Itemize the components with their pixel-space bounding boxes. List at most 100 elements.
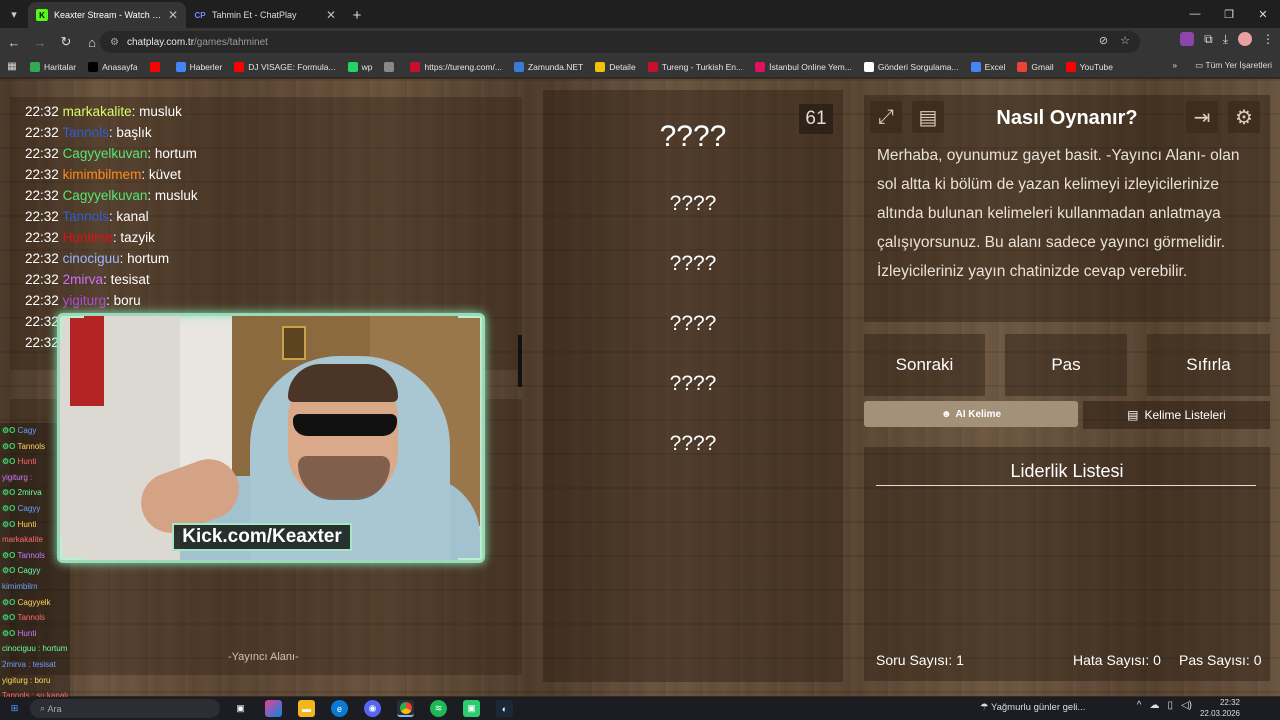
eye-off-icon[interactable]: ⊘ — [1099, 34, 1108, 47]
network-icon[interactable]: ☁ — [1149, 700, 1159, 711]
error-count: Hata Sayısı: 0 — [1073, 652, 1161, 668]
all-bookmarks-folder[interactable]: ▭ Tüm Yer İşaretleri — [1195, 60, 1272, 71]
bookmark-item[interactable]: İstanbul Online Yem... — [749, 61, 858, 72]
bookmark-item[interactable] — [378, 61, 404, 72]
chat-username[interactable]: Huntime — [63, 230, 113, 245]
chat-username[interactable]: Tannols — [62, 209, 109, 224]
tray-chevron-icon[interactable]: ^ — [1137, 700, 1142, 711]
taskbar-clock[interactable]: 22:32 22.03.2026 — [1200, 697, 1240, 719]
reset-button[interactable]: Sıfırla — [1147, 334, 1270, 396]
bookmarks-bar: ▦ Haritalar Anasayfa Haberler DJ VISAGE: Fo… — [0, 56, 1280, 78]
bookmark-item[interactable]: DJ VISAGE: Formula... — [228, 61, 341, 72]
stream-chat-line: ⚙O Cagyyelk — [0, 595, 70, 611]
mod-badge-icon: ⚙O — [2, 628, 16, 638]
tab-keaxter-stream[interactable]: K Keaxter Stream - Watch Live on ✕ — [28, 2, 186, 28]
volume-icon[interactable]: ◁) — [1181, 700, 1192, 711]
bookmark-item[interactable]: Detaile — [589, 61, 641, 72]
weather-widget[interactable]: ☂ Yağmurlu günler geli... — [980, 702, 1085, 713]
more-bookmarks-icon[interactable]: » — [1172, 60, 1177, 71]
chat-username[interactable]: 2mirva — [63, 272, 104, 287]
chat-time: 22:32 — [25, 104, 59, 119]
word-lists-button[interactable]: ▤ Kelime Listeleri — [1083, 401, 1270, 429]
chat-username[interactable]: cinociguu — [63, 251, 120, 266]
bookmark-item[interactable]: Gmail — [1011, 61, 1059, 72]
chat-username[interactable]: Cagyyelkuvan — [63, 188, 148, 203]
windows-start-icon[interactable]: ⊞ — [6, 700, 23, 717]
settings-gear-icon[interactable]: ⚙ — [1228, 101, 1260, 133]
chat-username[interactable]: kimimbilmem — [63, 167, 142, 182]
bookmark-item[interactable]: wp — [342, 61, 379, 72]
mod-badge-icon: ⚙O — [2, 613, 16, 623]
robot-icon: ☻ — [940, 408, 952, 420]
task-view-icon[interactable]: ▣ — [232, 700, 249, 717]
pass-button[interactable]: Pas — [1005, 334, 1127, 396]
next-button[interactable]: Sonraki — [864, 334, 985, 396]
address-bar[interactable]: ⚙ chatplay.com.tr/games/tahminet ⊘ ☆ — [100, 31, 1140, 53]
copilot-icon[interactable] — [265, 700, 282, 717]
close-tab-icon[interactable]: ✕ — [326, 8, 336, 22]
taskbar-search[interactable]: ⌕ Ara — [30, 699, 220, 718]
zamunda-icon — [513, 61, 524, 72]
forward-icon[interactable]: → — [28, 30, 52, 54]
chat-username[interactable]: markakalite — [63, 104, 132, 119]
stream-chat-text: yigiturg : — [2, 472, 33, 482]
chat-time: 22:32 — [25, 146, 59, 161]
reload-icon[interactable]: ↻ — [54, 30, 78, 54]
stream-chat-line: yigiturg : boru — [0, 673, 70, 689]
mod-badge-icon: ⚙O — [2, 488, 16, 498]
stream-chat-line: ⚙O Tannols — [0, 610, 70, 626]
download-icon[interactable]: ⤓ — [1223, 32, 1228, 47]
profile-avatar-icon[interactable] — [1238, 32, 1252, 46]
tab-tahmin-et[interactable]: CP Tahmin Et - ChatPlay ✕ — [186, 2, 344, 28]
stream-chat-text: markakalite — [2, 535, 43, 545]
mod-badge-icon: ⚙O — [2, 503, 16, 513]
bookmark-label: Zamunda.NET — [527, 61, 584, 72]
extension-icon[interactable] — [1180, 32, 1195, 46]
bookmark-label: İstanbul Online Yem... — [769, 61, 852, 72]
minimize-icon[interactable]: — — [1178, 0, 1212, 28]
bookmark-item[interactable]: Tureng - Turkish En... — [642, 61, 749, 72]
bookmark-item[interactable]: YouTube — [1060, 61, 1119, 72]
site-info-icon[interactable]: ⚙ — [110, 37, 119, 48]
battery-icon[interactable]: ▯ — [1167, 700, 1173, 711]
close-tab-icon[interactable]: ✕ — [168, 8, 178, 22]
taboo-word: ???? — [669, 372, 717, 395]
bookmark-item[interactable]: Gönderi Sorgulama... — [858, 61, 965, 72]
url-host: chatplay.com.tr — [126, 36, 195, 48]
restore-icon[interactable]: ❐ — [1212, 0, 1246, 28]
stream-chat-line: cinociguu : hortum — [0, 641, 70, 657]
kick-app-icon[interactable]: ▣ — [463, 700, 480, 717]
steam-icon[interactable]: ◐ — [496, 700, 513, 717]
bookmark-item[interactable] — [144, 61, 170, 72]
back-icon[interactable]: ← — [2, 30, 26, 54]
chat-username[interactable]: Cagyyelkuvan — [63, 146, 148, 161]
bookmark-label: YouTube — [1079, 61, 1114, 72]
spotify-icon[interactable]: ≋ — [430, 700, 447, 717]
new-tab-button[interactable]: + — [344, 2, 370, 28]
bookmark-item[interactable]: Excel — [965, 61, 1012, 72]
leaderboard-title: Liderlik Listesi — [1010, 461, 1124, 481]
apps-grid-icon[interactable]: ▦ — [0, 61, 24, 72]
bookmark-label: Haberler — [189, 61, 223, 72]
ai-word-button[interactable]: ☻ AI Kelime — [864, 401, 1078, 427]
menu-kebab-icon[interactable]: ⋮ — [1262, 32, 1274, 47]
edge-icon[interactable]: e — [331, 700, 348, 717]
chrome-icon[interactable] — [397, 700, 414, 717]
file-explorer-icon[interactable]: ▬ — [298, 700, 315, 717]
bookmark-item[interactable]: Zamunda.NET — [508, 61, 589, 72]
extensions-puzzle-icon[interactable]: ⧉ — [1204, 32, 1213, 47]
logout-icon[interactable]: ⇥ — [1186, 101, 1218, 133]
chat-scrollbar[interactable] — [518, 335, 522, 387]
bookmark-star-icon[interactable]: ☆ — [1120, 34, 1130, 47]
chat-username[interactable]: yigiturg — [63, 293, 107, 308]
bookmark-item[interactable]: Anasayfa — [82, 61, 143, 72]
chat-username[interactable]: Tannols — [62, 125, 109, 140]
chat-time: 22:32 — [25, 335, 59, 350]
mod-badge-icon: ⚙O — [2, 566, 16, 576]
discord-icon[interactable]: ◉ — [364, 700, 381, 717]
close-window-icon[interactable]: ✕ — [1246, 0, 1280, 28]
bookmark-item[interactable]: Haberler — [170, 61, 229, 72]
bookmark-item[interactable]: Haritalar — [24, 61, 82, 72]
tab-search-icon[interactable]: ▾ — [0, 0, 28, 28]
bookmark-item[interactable]: https://tureng.com/... — [404, 61, 507, 72]
